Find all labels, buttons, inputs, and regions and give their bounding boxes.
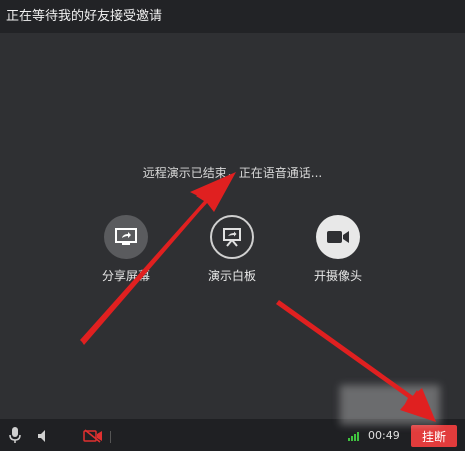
share-screen-label: 分享屏幕: [101, 269, 150, 283]
camera-icon: [316, 215, 360, 259]
bar-divider: [110, 431, 111, 443]
whiteboard-label: 演示白板: [207, 269, 256, 283]
open-camera-button[interactable]: 开摄像头: [298, 215, 378, 284]
window-title: 正在等待我的好友接受邀请: [0, 0, 465, 33]
microphone-icon[interactable]: [9, 427, 21, 448]
whiteboard-icon: [210, 215, 254, 259]
open-camera-label: 开摄像头: [313, 269, 362, 283]
share-screen-button[interactable]: 分享屏幕: [86, 215, 166, 284]
blurred-region: [340, 385, 440, 425]
whiteboard-button[interactable]: 演示白板: [192, 215, 272, 284]
signal-strength-icon: [348, 431, 366, 441]
call-status-text: 远程演示已结束，正在语音通话...: [142, 166, 323, 180]
call-timer: 00:49: [368, 429, 400, 442]
hangup-button[interactable]: 挂断: [411, 425, 457, 447]
share-screen-icon: [104, 215, 148, 259]
speaker-icon[interactable]: [37, 428, 51, 447]
camera-off-icon[interactable]: [83, 428, 103, 447]
